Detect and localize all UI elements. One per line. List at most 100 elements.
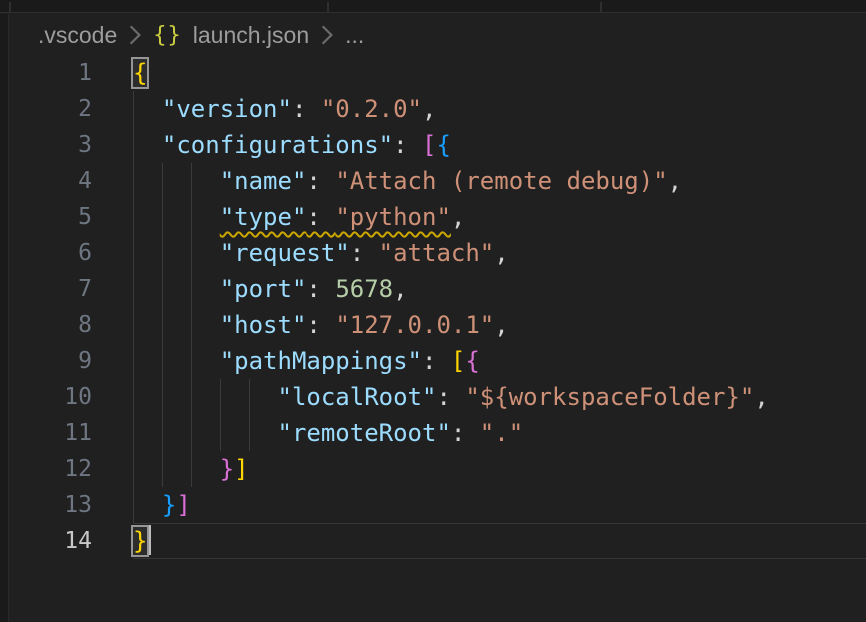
line-number[interactable]: 14: [10, 523, 92, 559]
line-number[interactable]: 8: [10, 307, 92, 343]
code-token: :: [306, 167, 335, 195]
line-content[interactable]: }: [133, 523, 151, 559]
indent-guide: [133, 199, 134, 235]
line-number[interactable]: 11: [10, 415, 92, 451]
code-token: "request": [220, 239, 350, 267]
line-content[interactable]: "remoteRoot": ".": [133, 415, 523, 451]
code-token: :: [451, 419, 480, 447]
indent-guide: [249, 379, 250, 415]
line-content[interactable]: "host": "127.0.0.1",: [133, 307, 509, 343]
line-content[interactable]: "name": "Attach (remote debug)",: [133, 163, 682, 199]
code-token: "Attach (remote debug)": [335, 167, 667, 195]
line-number[interactable]: 7: [10, 271, 92, 307]
code-token: {: [436, 131, 450, 159]
line-number[interactable]: 12: [10, 451, 92, 487]
indent-guide: [191, 379, 192, 415]
line-content[interactable]: }]: [133, 451, 249, 487]
code-line[interactable]: 9 "pathMappings": [{: [10, 343, 866, 379]
code-line[interactable]: 6 "request": "attach",: [10, 235, 866, 271]
code-line[interactable]: 14}: [10, 523, 866, 559]
editor[interactable]: 1{2 "version": "0.2.0",3 "configurations…: [10, 55, 866, 559]
indent-guide: [133, 271, 134, 307]
line-number[interactable]: 9: [10, 343, 92, 379]
code-line[interactable]: 8 "host": "127.0.0.1",: [10, 307, 866, 343]
indent-guide: [162, 415, 163, 451]
code-token: ,: [422, 95, 436, 123]
code-line[interactable]: 1{: [10, 55, 866, 91]
line-content[interactable]: "type": "python",: [133, 199, 465, 235]
matched-bracket: {: [133, 59, 147, 87]
code-token: "port": [220, 275, 307, 303]
tab-bar: [0, 0, 866, 13]
tab-divider: [9, 2, 11, 12]
code-token: "127.0.0.1": [335, 311, 494, 339]
chevron-right-icon: [128, 24, 142, 46]
line-number[interactable]: 1: [10, 55, 92, 91]
indent-guide: [133, 343, 134, 379]
matched-bracket: }: [133, 527, 147, 555]
code-line[interactable]: 7 "port": 5678,: [10, 271, 866, 307]
line-number[interactable]: 3: [10, 127, 92, 163]
code-token: "host": [220, 311, 307, 339]
line-number[interactable]: 10: [10, 379, 92, 415]
code-token: }: [220, 455, 234, 483]
code-token: "${workspaceFolder}": [465, 383, 754, 411]
text-cursor: [148, 525, 151, 555]
breadcrumb-more[interactable]: ...: [345, 22, 364, 49]
code-token: {: [465, 347, 479, 375]
code-token: ".": [480, 419, 523, 447]
line-content[interactable]: "version": "0.2.0",: [133, 91, 436, 127]
indent-guide: [162, 379, 163, 415]
code-line[interactable]: 10 "localRoot": "${workspaceFolder}",: [10, 379, 866, 415]
indent-spaces: [133, 311, 220, 339]
line-content[interactable]: "request": "attach",: [133, 235, 509, 271]
indent-spaces: [133, 131, 162, 159]
code-token: ,: [494, 311, 508, 339]
line-content[interactable]: "port": 5678,: [133, 271, 408, 307]
code-token: "0.2.0": [321, 95, 422, 123]
breadcrumb-file[interactable]: launch.json: [193, 22, 309, 49]
indent-spaces: [133, 167, 220, 195]
indent-guide: [133, 235, 134, 271]
code-line[interactable]: 2 "version": "0.2.0",: [10, 91, 866, 127]
indent-guide: [191, 271, 192, 307]
indent-guide: [220, 379, 221, 415]
indent-spaces: [133, 419, 278, 447]
line-number[interactable]: 4: [10, 163, 92, 199]
line-content[interactable]: "pathMappings": [{: [133, 343, 480, 379]
code-token: "python": [335, 203, 451, 231]
code-token: "attach": [379, 239, 495, 267]
indent-guide: [162, 451, 163, 487]
line-number[interactable]: 13: [10, 487, 92, 523]
code-line[interactable]: 13 }]: [10, 487, 866, 523]
chevron-right-icon: [320, 24, 334, 46]
indent-guide: [133, 127, 134, 163]
indent-guide: [191, 199, 192, 235]
indent-guide: [162, 343, 163, 379]
line-content[interactable]: "configurations": [{: [133, 127, 451, 163]
code-line[interactable]: 4 "name": "Attach (remote debug)",: [10, 163, 866, 199]
indent-spaces: [133, 347, 220, 375]
line-number[interactable]: 2: [10, 91, 92, 127]
code-token: "name": [220, 167, 307, 195]
indent-spaces: [133, 383, 278, 411]
indent-spaces: [133, 491, 162, 519]
indent-guide: [162, 199, 163, 235]
code-token: ,: [451, 203, 465, 231]
line-number[interactable]: 6: [10, 235, 92, 271]
code-token: [: [451, 347, 465, 375]
code-token: }: [162, 491, 176, 519]
line-content[interactable]: {: [133, 55, 147, 91]
line-content[interactable]: }]: [133, 487, 191, 523]
line-content[interactable]: "localRoot": "${workspaceFolder}",: [133, 379, 769, 415]
line-number[interactable]: 5: [10, 199, 92, 235]
code-line[interactable]: 5 "type": "python",: [10, 199, 866, 235]
code-line[interactable]: 11 "remoteRoot": ".": [10, 415, 866, 451]
code-token: 5678: [335, 275, 393, 303]
code-token: "remoteRoot": [278, 419, 451, 447]
indent-guide: [133, 415, 134, 451]
code-line[interactable]: 3 "configurations": [{: [10, 127, 866, 163]
code-line[interactable]: 12 }]: [10, 451, 866, 487]
breadcrumb-folder[interactable]: .vscode: [38, 22, 117, 49]
code-token: [: [422, 131, 436, 159]
